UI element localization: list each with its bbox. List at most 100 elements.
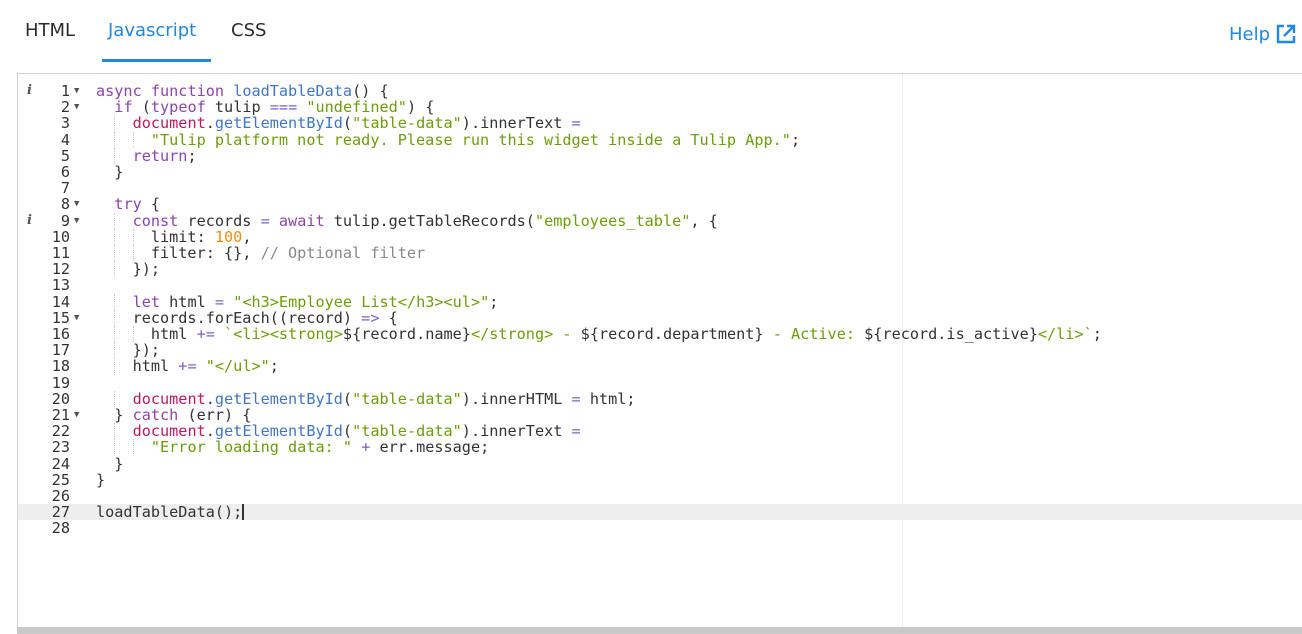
- code-text: records.forEach((record) => {: [96, 308, 398, 327]
- indent-guide: [132, 131, 134, 148]
- code-line[interactable]: i 1 ▼ async function loadTableData() {: [18, 83, 1302, 99]
- code-line[interactable]: 13: [18, 277, 1302, 293]
- help-link[interactable]: Help: [1229, 21, 1296, 47]
- code-line[interactable]: 14 let html = "<h3>Employee List</h3><ul…: [18, 292, 1302, 311]
- fold-toggle-icon[interactable]: ▼: [74, 407, 79, 423]
- indent-guide: [114, 147, 116, 164]
- line-number: 1: [60, 82, 70, 100]
- indent-guide: [132, 326, 134, 343]
- indent-guide: [114, 358, 116, 375]
- code-line[interactable]: 15 ▼ records.forEach((record) => {: [18, 310, 1302, 326]
- code-line[interactable]: 6 }: [18, 164, 1302, 180]
- line-number: 19: [51, 373, 70, 392]
- indent-guide: [114, 115, 116, 132]
- indent-guide: [114, 390, 116, 407]
- code-line[interactable]: 20 document.getElementById("table-data")…: [18, 391, 1302, 407]
- code-line[interactable]: 26: [18, 488, 1302, 504]
- indent-guide: [114, 228, 116, 245]
- line-number: 9: [60, 211, 70, 230]
- help-label: Help: [1228, 23, 1270, 45]
- code-text: return;: [132, 146, 197, 165]
- tab-javascript[interactable]: Javascript: [108, 20, 196, 62]
- line-number: 24: [51, 454, 70, 473]
- tab-css[interactable]: CSS: [231, 20, 266, 62]
- code-text: });: [96, 341, 161, 360]
- indent-guide: [132, 228, 134, 245]
- code-text: });: [96, 260, 161, 279]
- line-number: 18: [51, 357, 70, 376]
- code-line[interactable]: 25}: [18, 472, 1302, 488]
- code-text: }: [96, 454, 124, 473]
- line-number: 26: [51, 487, 70, 505]
- info-annotation-icon[interactable]: i: [27, 213, 32, 229]
- indent-guide: [114, 131, 116, 148]
- line-number: 4: [60, 130, 70, 149]
- line-number: 3: [60, 114, 70, 133]
- code-line[interactable]: 27 loadTableData();: [18, 504, 1302, 520]
- code-line[interactable]: 4 "Tulip platform not ready. Please run …: [18, 130, 1302, 149]
- code-text: filter: {}, // Optional filter: [96, 244, 426, 262]
- code-editor[interactable]: i 1 ▼ async function loadTableData() {2 ▼ if…: [17, 73, 1302, 634]
- code-text: } catch (err) {: [96, 406, 252, 424]
- line-number: 15: [51, 308, 70, 327]
- indent-guide: [114, 326, 116, 343]
- info-annotation-icon[interactable]: i: [27, 83, 32, 99]
- code-text: limit: 100,: [96, 227, 252, 246]
- code-line[interactable]: 17 });: [18, 342, 1302, 358]
- code-line[interactable]: 11 filter: {}, // Optional filter: [18, 245, 1302, 261]
- code-line[interactable]: 3 document.getElementById("table-data").…: [18, 115, 1302, 131]
- code-line[interactable]: 2 ▼ if (typeof tulip === "undefined") {: [18, 99, 1302, 115]
- tab-html[interactable]: HTML: [25, 20, 75, 62]
- line-number: 28: [51, 519, 70, 538]
- line-number: 25: [51, 470, 70, 489]
- code-text: let html = "<h3>Employee List</h3><ul>";: [132, 292, 499, 311]
- code-line[interactable]: 18 html += "</ul>";: [18, 358, 1302, 374]
- line-number: 16: [51, 325, 70, 343]
- code-line[interactable]: 5 return;: [18, 148, 1302, 164]
- text-cursor: [242, 504, 245, 521]
- code-line[interactable]: 16 html += `<li><strong>${record.name}</…: [18, 326, 1302, 342]
- line-number: 14: [51, 292, 70, 311]
- code-line[interactable]: 23 "Error loading data: " + err.message;: [18, 439, 1302, 455]
- line-number: 27: [51, 503, 70, 522]
- external-link-icon: [1276, 24, 1296, 44]
- indent-guide: [132, 245, 134, 262]
- code-line[interactable]: 24 }: [18, 454, 1302, 473]
- code-text: document.getElementById("table-data").in…: [132, 422, 581, 441]
- indent-guide: [114, 293, 116, 310]
- code-text: "Tulip platform not ready. Please run th…: [150, 130, 801, 149]
- code-line[interactable]: 21 ▼ } catch (err) {: [18, 407, 1302, 423]
- line-number: 5: [60, 146, 70, 165]
- code-line[interactable]: 7: [18, 180, 1302, 196]
- fold-toggle-icon[interactable]: ▼: [74, 196, 79, 212]
- code-line[interactable]: 8 ▼ try {: [18, 196, 1302, 212]
- fold-toggle-icon[interactable]: ▼: [74, 213, 79, 229]
- code-text: document.getElementById("table-data").in…: [132, 389, 636, 408]
- line-number: 20: [51, 389, 70, 408]
- code-text: try {: [114, 195, 161, 214]
- active-tab-indicator: [102, 59, 211, 62]
- code-line[interactable]: 10 limit: 100,: [18, 229, 1302, 245]
- indent-guide: [114, 423, 116, 440]
- line-number: 6: [60, 163, 70, 181]
- line-number: 2: [60, 98, 70, 117]
- indent-guide: [114, 245, 116, 262]
- line-number: 12: [51, 260, 70, 279]
- code-text: }: [96, 163, 124, 181]
- code-line[interactable]: 19: [18, 373, 1302, 392]
- editor-tabs: HTML Javascript CSS Help: [0, 0, 1302, 62]
- fold-toggle-icon[interactable]: ▼: [74, 99, 79, 115]
- indent-guide: [114, 212, 116, 229]
- code-line[interactable]: 28: [18, 520, 1302, 536]
- code-text: if (typeof tulip === "undefined") {: [114, 98, 435, 117]
- indent-guide: [114, 261, 116, 278]
- fold-toggle-icon[interactable]: ▼: [74, 310, 79, 326]
- indent-guide: [114, 309, 116, 326]
- fold-toggle-icon[interactable]: ▼: [74, 83, 79, 99]
- line-number: 8: [60, 195, 70, 214]
- horizontal-scrollbar[interactable]: [17, 627, 1302, 634]
- code-line[interactable]: 12 });: [18, 261, 1302, 277]
- code-line[interactable]: i 9 ▼ const records = await tulip.getTable…: [18, 211, 1302, 230]
- code-text: "Error loading data: " + err.message;: [150, 438, 490, 457]
- code-line[interactable]: 22 document.getElementById("table-data")…: [18, 423, 1302, 439]
